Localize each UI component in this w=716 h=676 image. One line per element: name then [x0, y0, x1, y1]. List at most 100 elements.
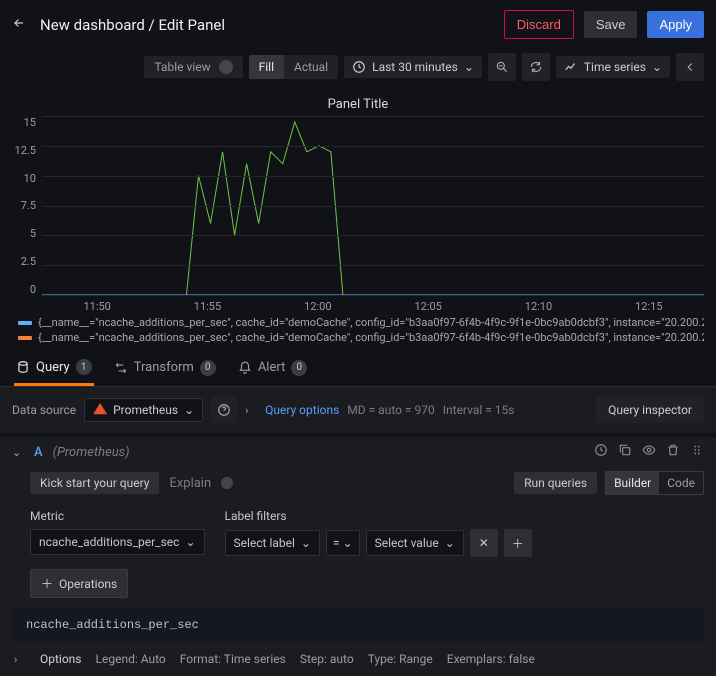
- tab-alert-label: Alert: [258, 360, 286, 375]
- query-history-icon[interactable]: [594, 443, 608, 461]
- save-button[interactable]: Save: [584, 11, 638, 38]
- chevron-down-icon: ⌄: [445, 536, 455, 550]
- value-select[interactable]: Select value ⌄: [366, 530, 464, 556]
- y-tick: 12.5: [15, 144, 36, 157]
- chevron-right-icon[interactable]: ›: [245, 404, 257, 417]
- label-select-placeholder: Select label: [234, 536, 295, 550]
- legend-swatch: [18, 336, 32, 340]
- chart-icon: [564, 60, 578, 74]
- fill-actual-segmented: Fill Actual: [249, 55, 339, 79]
- explain-toggle[interactable]: [221, 477, 233, 489]
- query-expression: ncache_additions_per_sec: [12, 608, 704, 642]
- options-legend: Legend: Auto: [96, 652, 166, 666]
- x-tick: 12:05: [373, 300, 483, 313]
- tab-query-badge: 1: [76, 359, 92, 375]
- toggle-dot-icon: [219, 60, 233, 74]
- tab-transform[interactable]: Transform 0: [112, 359, 218, 386]
- options-exemplars: Exemplars: false: [447, 652, 535, 666]
- metric-value: ncache_additions_per_sec: [39, 535, 179, 549]
- chevron-down-icon: ⌄: [464, 60, 474, 74]
- add-filter-button[interactable]: ＋: [504, 529, 532, 557]
- chevron-down-icon: ⌄: [185, 535, 195, 549]
- page-title: New dashboard / Edit Panel: [40, 16, 494, 34]
- time-range-picker[interactable]: Last 30 minutes ⌄: [344, 56, 482, 78]
- transform-icon: [114, 361, 128, 375]
- x-axis: 11:5011:5512:0012:0512:1012:15: [12, 296, 704, 313]
- x-tick: 12:00: [263, 300, 373, 313]
- duplicate-query-icon[interactable]: [618, 443, 632, 461]
- discard-button[interactable]: Discard: [504, 10, 574, 39]
- chart-legend: {__name__="ncache_additions_per_sec", ca…: [12, 313, 704, 345]
- panel-title: Panel Title: [12, 91, 704, 116]
- table-view-toggle[interactable]: Table view: [144, 56, 242, 78]
- options-format: Format: Time series: [180, 652, 286, 666]
- viz-type-label: Time series: [584, 60, 646, 74]
- chevron-down-icon: ⌄: [301, 536, 311, 550]
- toggle-visibility-icon[interactable]: [642, 443, 656, 461]
- builder-code-toggle: Builder Code: [605, 471, 704, 495]
- query-inspector-button[interactable]: Query inspector: [596, 397, 704, 423]
- back-arrow-icon[interactable]: [12, 16, 30, 34]
- md-info: MD = auto = 970: [347, 403, 434, 417]
- apply-button[interactable]: Apply: [647, 11, 704, 38]
- options-label[interactable]: Options: [40, 652, 82, 666]
- add-operation-button[interactable]: ＋ Operations: [30, 569, 128, 598]
- metric-select[interactable]: ncache_additions_per_sec ⌄: [30, 529, 205, 555]
- kickstart-button[interactable]: Kick start your query: [30, 472, 159, 494]
- chevron-down-icon: ⌄: [652, 60, 662, 74]
- chart-plot-area: 1512.5107.552.50: [12, 116, 704, 296]
- fill-option[interactable]: Fill: [249, 55, 284, 79]
- metric-label: Metric: [30, 509, 205, 523]
- y-tick: 2.5: [21, 255, 36, 268]
- operations-label: Operations: [59, 577, 117, 591]
- x-tick: 11:55: [152, 300, 262, 313]
- options-expand-icon[interactable]: ›: [14, 653, 26, 666]
- tab-alert[interactable]: Alert 0: [236, 359, 310, 386]
- run-queries-button[interactable]: Run queries: [514, 472, 597, 494]
- time-range-label: Last 30 minutes: [372, 60, 458, 74]
- y-tick: 10: [24, 172, 36, 185]
- remove-filter-button[interactable]: ✕: [470, 529, 498, 557]
- zoom-out-button[interactable]: [488, 53, 516, 81]
- tab-transform-badge: 0: [200, 360, 216, 376]
- options-step: Step: auto: [300, 652, 354, 666]
- x-tick: 12:15: [594, 300, 704, 313]
- query-ref-id[interactable]: A: [34, 445, 43, 460]
- drag-handle-icon[interactable]: [690, 443, 704, 461]
- tab-alert-badge: 0: [291, 360, 307, 376]
- clock-icon: [352, 60, 366, 74]
- operator-select[interactable]: = ⌄: [326, 530, 360, 556]
- table-view-label: Table view: [154, 60, 210, 74]
- prometheus-icon: [93, 403, 107, 417]
- tab-query-label: Query: [36, 360, 70, 375]
- builder-mode[interactable]: Builder: [606, 472, 659, 494]
- explain-label: Explain: [169, 476, 211, 491]
- x-tick: 12:10: [483, 300, 593, 313]
- legend-item[interactable]: {__name__="ncache_additions_per_sec", ca…: [18, 315, 704, 330]
- label-select[interactable]: Select label ⌄: [225, 530, 320, 556]
- legend-label: {__name__="ncache_additions_per_sec", ca…: [38, 316, 704, 329]
- data-source-select[interactable]: Prometheus ⌄: [84, 398, 203, 422]
- query-options-link[interactable]: Query options: [265, 403, 339, 417]
- actual-option[interactable]: Actual: [284, 55, 338, 79]
- x-tick: 11:50: [42, 300, 152, 313]
- y-tick: 15: [24, 116, 36, 129]
- legend-item[interactable]: {__name__="ncache_additions_per_sec", ca…: [18, 330, 704, 345]
- code-mode[interactable]: Code: [659, 472, 703, 494]
- y-tick: 0: [30, 283, 36, 296]
- bell-icon: [238, 361, 252, 375]
- delete-query-icon[interactable]: [666, 443, 680, 461]
- value-select-placeholder: Select value: [375, 536, 439, 550]
- data-source-name: Prometheus: [113, 403, 178, 417]
- tab-query[interactable]: Query 1: [14, 359, 94, 386]
- panel-collapse-button[interactable]: [676, 53, 704, 81]
- tab-transform-label: Transform: [134, 360, 194, 375]
- data-source-help-button[interactable]: [211, 397, 237, 423]
- interval-info: Interval = 15s: [443, 403, 515, 417]
- y-tick: 5: [30, 227, 36, 240]
- visualization-select[interactable]: Time series ⌄: [556, 56, 670, 78]
- data-source-label: Data source: [12, 403, 76, 417]
- database-icon: [16, 360, 30, 374]
- refresh-button[interactable]: [522, 53, 550, 81]
- collapse-query-icon[interactable]: ⌄: [12, 446, 24, 459]
